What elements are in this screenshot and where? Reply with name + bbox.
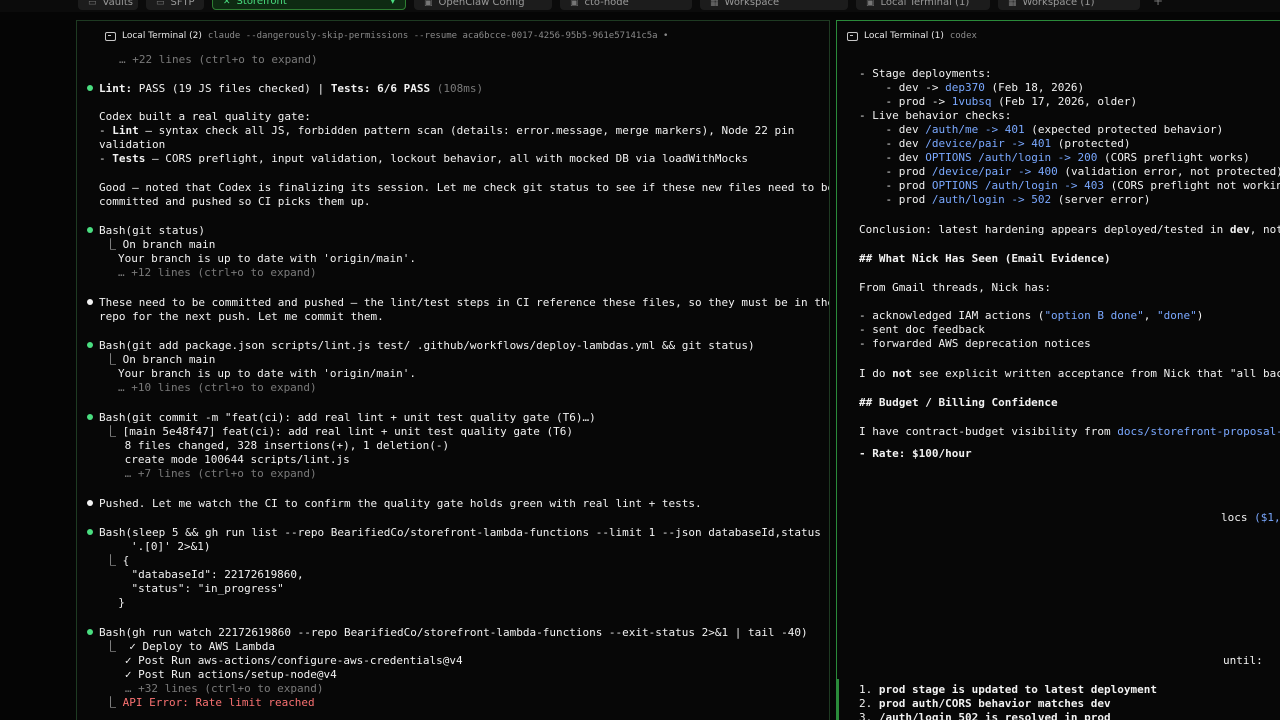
bullet-icon: [87, 629, 93, 635]
output-line: create mode 100644 scripts/lint.js: [118, 453, 350, 466]
list-item: 2. prod auth/CORS behavior matches dev: [859, 697, 1111, 710]
new-tab-button[interactable]: +: [1153, 0, 1163, 8]
tab-openclaw-config[interactable]: ▣ OpenClaw Config: [414, 0, 552, 10]
text-line: - Lint — syntax check all JS, forbidden …: [99, 124, 795, 137]
text-line: committed and pushed so CI picks them up…: [99, 195, 371, 208]
right-pane-title: Local Terminal (1): [864, 31, 944, 41]
text-line: - prod -> 1vubsq (Feb 17, 2026, older): [859, 95, 1138, 108]
bullet-icon: [87, 500, 93, 506]
error-line: ⎿ API Error: Rate limit reached: [105, 696, 315, 709]
test-summary-line: Lint: PASS (19 JS files checked) | Tests…: [99, 82, 484, 95]
text-line: - prod OPTIONS /auth/login -> 403 (CORS …: [859, 179, 1280, 192]
collapsed-lines[interactable]: … +10 lines (ctrl+o to expand): [118, 381, 317, 395]
output-line: ✓ Post Run aws-actions/configure-aws-cre…: [105, 654, 463, 667]
text-line: From Gmail threads, Nick has:: [859, 281, 1052, 294]
tab-vaults[interactable]: ▭ Vaults: [78, 0, 138, 10]
tab-workspace[interactable]: ▦ Workspace: [700, 0, 848, 10]
bash-command: Bash(gh run watch 22172619860 --repo Bea…: [99, 626, 808, 639]
output-line: "databaseId": 22172619860,: [105, 568, 304, 581]
left-terminal-pane[interactable]: Local Terminal (2) claude --dangerously-…: [76, 20, 830, 720]
text-line: - acknowledged IAM actions ("option B do…: [859, 309, 1204, 322]
text-line: Conclusion: latest hardening appears dep…: [859, 223, 1280, 236]
bullet-icon: [87, 342, 93, 348]
tab-cto-node[interactable]: ▣ cto-node: [560, 0, 692, 10]
close-icon[interactable]: ✕: [223, 0, 231, 9]
bullet-icon: [87, 227, 93, 233]
output-line: ⎿ On branch main: [105, 238, 216, 251]
occluded-region: [837, 459, 1280, 689]
bullet-icon: [87, 414, 93, 420]
right-pane-command: codex: [949, 31, 977, 41]
collapsed-lines[interactable]: … +32 lines (ctrl+o to expand): [105, 682, 324, 696]
list-item: 3. /auth/login 502 is resolved in prod: [859, 711, 1111, 720]
right-terminal-pane[interactable]: Local Terminal (1) codex - Stage deploym…: [836, 20, 1280, 720]
output-line: Your branch is up to date with 'origin/m…: [118, 252, 417, 265]
terminal-icon: ▣: [424, 0, 433, 8]
terminal-icon: [847, 31, 858, 41]
text-line: until:: [1223, 654, 1263, 667]
folder-icon: ▭: [88, 0, 97, 8]
text-line: Codex built a real quality gate:: [99, 110, 311, 123]
right-pane-header: Local Terminal (1) codex: [837, 21, 1280, 51]
bullet-icon: [87, 85, 93, 91]
bullet-icon: [87, 299, 93, 305]
output-line: "status": "in_progress": [105, 582, 284, 595]
tab-bar: ▭ Vaults ▭ SFTP ✕ Storefront ▾ ▣ OpenClaw Con…: [0, 0, 1280, 12]
collapsed-lines[interactable]: … +12 lines (ctrl+o to expand): [118, 266, 317, 280]
text-line: - Live behavior checks:: [859, 109, 1012, 122]
output-line: ✓ Post Run actions/setup-node@v4: [105, 668, 337, 681]
left-pane-header: Local Terminal (2) claude --dangerously-…: [77, 21, 829, 51]
left-pane-command: claude --dangerously-skip-permissions --…: [207, 31, 669, 41]
text-line: - dev -> dep370 (Feb 18, 2026): [859, 81, 1085, 94]
section-heading: ## Budget / Billing Confidence: [859, 396, 1058, 409]
terminal-icon: ▣: [866, 0, 875, 8]
left-pane-title: Local Terminal (2): [122, 31, 202, 41]
text-line: - Tests — CORS preflight, input validati…: [99, 152, 749, 165]
output-line: }: [105, 596, 125, 609]
collapsed-lines[interactable]: … +7 lines (ctrl+o to expand): [118, 467, 317, 481]
tab-local-terminal-1[interactable]: ▣ Local Terminal (1): [856, 0, 990, 10]
bash-command: Bash(git add package.json scripts/lint.j…: [99, 339, 755, 352]
terminal-icon: ▣: [570, 0, 579, 8]
text-line: These need to be committed and pushed — …: [99, 296, 830, 309]
bash-command: Bash(git status): [99, 224, 205, 237]
bash-command: '.[0]' 2>&1): [131, 540, 211, 553]
bash-command: Bash(git commit -m "feat(ci): add real l…: [99, 411, 596, 424]
tab-sftp[interactable]: ▭ SFTP: [146, 0, 204, 10]
grid-icon: ▦: [1008, 0, 1017, 8]
output-line: ⎿ [main 5e48f47] feat(ci): add real lint…: [105, 425, 573, 438]
text-line: I do not see explicit written acceptance…: [859, 367, 1280, 380]
text-line: - Stage deployments:: [859, 67, 992, 80]
text-line: validation: [99, 138, 166, 151]
chevron-down-icon[interactable]: ▾: [390, 0, 395, 9]
output-line: ⎿ On branch main: [105, 353, 216, 366]
text-line: - prod /device/pair -> 400 (validation e…: [859, 165, 1280, 178]
tab-workspace-1[interactable]: ▦ Workspace (1): [998, 0, 1140, 10]
divider: [837, 679, 839, 720]
output-line: Your branch is up to date with 'origin/m…: [118, 367, 417, 380]
output-line: 8 files changed, 328 insertions(+), 1 de…: [118, 439, 450, 452]
text-line: - forwarded AWS deprecation notices: [859, 337, 1091, 350]
tab-storefront[interactable]: ✕ Storefront ▾: [212, 0, 406, 10]
text-line: - dev /auth/me -> 401 (expected protecte…: [859, 123, 1224, 136]
text-line: I have contract-budget visibility from d…: [859, 425, 1280, 438]
output-line: ⎿ {: [105, 554, 130, 567]
output-line: ⎿ ✓ Deploy to AWS Lambda: [105, 640, 275, 653]
terminal-icon: [105, 31, 116, 41]
text-line: Good — noted that Codex is finalizing it…: [99, 181, 830, 194]
text-line: Pushed. Let me watch the CI to confirm t…: [99, 497, 702, 510]
text-line: locs ($1,2: [1221, 511, 1280, 524]
text-line: - sent doc feedback: [859, 323, 985, 336]
text-line: - dev OPTIONS /auth/login -> 200 (CORS p…: [859, 151, 1250, 164]
bash-command: Bash(sleep 5 && gh run list --repo Beari…: [99, 526, 830, 539]
text-line: repo for the next push. Let me commit th…: [99, 310, 384, 323]
folder-icon: ▭: [156, 0, 165, 8]
grid-icon: ▦: [710, 0, 719, 8]
text-line: - dev /device/pair -> 401 (protected): [859, 137, 1131, 150]
section-heading: ## What Nick Has Seen (Email Evidence): [859, 252, 1111, 265]
list-item: 1. prod stage is updated to latest deplo…: [859, 683, 1158, 696]
bullet-icon: [87, 529, 93, 535]
text-line: - prod /auth/login -> 502 (server error): [859, 193, 1151, 206]
collapsed-lines[interactable]: … +22 lines (ctrl+o to expand): [119, 53, 318, 67]
